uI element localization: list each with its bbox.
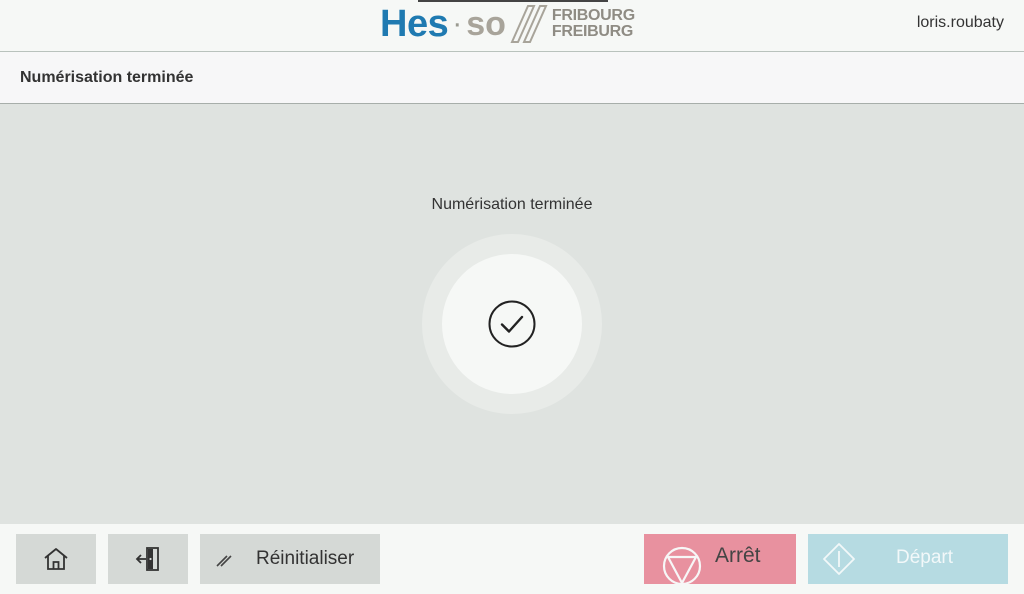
start-icon bbox=[823, 543, 855, 575]
title-bar: Numérisation terminée bbox=[0, 52, 1024, 104]
logout-icon bbox=[135, 547, 159, 571]
main-area: Numérisation terminée bbox=[0, 104, 1024, 524]
logo-city-de: FREIBURG bbox=[551, 23, 634, 40]
bottom-bar: Réinitialiser Arrêt Départ bbox=[0, 524, 1024, 594]
hes-so-logo: Hes · so FRIBOURG FREIBURG bbox=[380, 2, 635, 46]
checkmark-icon bbox=[488, 300, 536, 348]
status-circle bbox=[442, 254, 582, 394]
stop-button-label: Arrêt bbox=[715, 544, 761, 567]
reset-button[interactable]: Réinitialiser bbox=[200, 534, 380, 584]
logout-button[interactable] bbox=[108, 534, 188, 584]
stop-icon bbox=[662, 546, 702, 586]
home-icon bbox=[44, 548, 68, 570]
status-text: Numérisation terminée bbox=[431, 196, 593, 213]
start-button-label: Départ bbox=[896, 547, 954, 568]
page-title: Numérisation terminée bbox=[20, 69, 194, 86]
stop-button[interactable]: Arrêt bbox=[644, 534, 796, 586]
logo-slash-icon bbox=[510, 5, 548, 43]
home-button[interactable] bbox=[16, 534, 96, 584]
reset-icon bbox=[216, 555, 232, 567]
username[interactable]: loris.roubaty bbox=[917, 14, 1004, 32]
reset-button-label: Réinitialiser bbox=[256, 548, 355, 569]
logo-city: FRIBOURG FREIBURG bbox=[552, 8, 635, 40]
status-ring bbox=[422, 234, 602, 414]
start-button[interactable]: Départ bbox=[808, 534, 1008, 584]
logo-dot: · bbox=[452, 7, 463, 40]
logo-brand: Hes bbox=[380, 3, 449, 45]
logo-city-fr: FRIBOURG bbox=[551, 7, 635, 24]
top-bar: Hes · so FRIBOURG FREIBURG loris.roubaty bbox=[0, 0, 1024, 52]
logo-suffix: so bbox=[466, 5, 506, 43]
